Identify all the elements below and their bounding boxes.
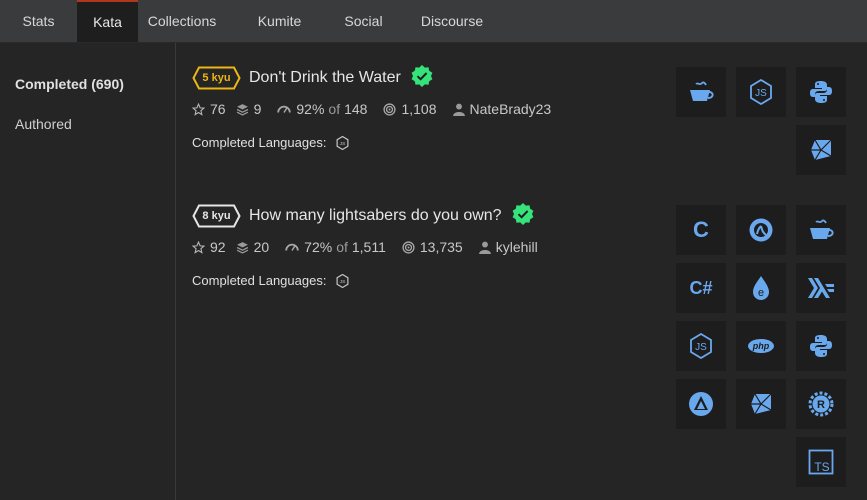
python-icon[interactable] <box>796 321 846 371</box>
completions-stat: 13,735 <box>402 239 463 255</box>
clojure-icon[interactable] <box>736 205 786 255</box>
svg-text:e: e <box>758 287 764 299</box>
rust-icon[interactable]: R <box>796 379 846 429</box>
target-icon <box>402 240 415 254</box>
kata-title[interactable]: Don't Drink the Water <box>249 69 401 87</box>
tab-kumite[interactable]: Kumite <box>226 0 333 42</box>
typescript-icon[interactable]: TS <box>796 437 846 487</box>
svg-text:JS: JS <box>755 88 767 99</box>
javascript-icon[interactable]: JS <box>676 321 726 371</box>
stars-stat: 76 <box>192 101 226 117</box>
star-icon <box>192 240 205 254</box>
crystal-icon[interactable] <box>676 379 726 429</box>
coffeescript-icon[interactable] <box>676 67 726 117</box>
javascript-icon: JS <box>336 135 349 150</box>
tab-stats[interactable]: Stats <box>0 0 77 42</box>
sidebar-item-authored[interactable]: Authored <box>15 116 72 132</box>
star-icon <box>192 102 205 116</box>
svg-text:TS: TS <box>814 460 829 474</box>
user-icon <box>452 103 465 116</box>
ruby-icon[interactable] <box>796 125 846 175</box>
kata-sidebar: Completed (690) Authored <box>0 43 176 500</box>
php-icon[interactable]: php <box>736 321 786 371</box>
svg-text:php: php <box>752 341 770 351</box>
sidebar-item-completed[interactable]: Completed (690) <box>15 76 124 92</box>
layers-icon <box>236 103 248 116</box>
collections-stat: 9 <box>236 101 261 117</box>
satisfaction-stat: 92% of 148 <box>277 101 367 117</box>
tab-discourse[interactable]: Discourse <box>394 0 510 42</box>
verified-check-icon <box>410 64 434 93</box>
stars-stat: 92 <box>192 239 226 255</box>
layers-icon <box>236 241 248 254</box>
completed-languages: Completed Languages: JS <box>192 273 554 288</box>
tab-social[interactable]: Social <box>333 0 394 42</box>
user-icon <box>478 241 491 254</box>
svg-text:JS: JS <box>340 141 346 147</box>
kyu-badge: 5 kyu <box>192 66 241 90</box>
kata-item: 8 kyu How many lightsabers do you own? 9… <box>192 202 554 288</box>
gauge-icon <box>285 243 299 251</box>
javascript-icon[interactable]: JS <box>736 67 786 117</box>
elixir-icon[interactable]: e <box>736 263 786 313</box>
python-icon[interactable] <box>796 67 846 117</box>
kyu-badge: 8 kyu <box>192 204 241 228</box>
completions-stat: 1,108 <box>383 101 437 117</box>
author-stat[interactable]: kylehill <box>478 239 538 255</box>
completed-languages: Completed Languages: JS <box>192 135 567 150</box>
javascript-icon: JS <box>336 273 349 288</box>
haskell-icon[interactable] <box>796 263 846 313</box>
tab-kata[interactable]: Kata <box>77 0 138 42</box>
svg-text:JS: JS <box>340 279 346 285</box>
svg-text:R: R <box>817 399 825 411</box>
kata-title[interactable]: How many lightsabers do you own? <box>249 207 502 225</box>
svg-text:JS: JS <box>695 342 707 353</box>
verified-check-icon <box>511 202 535 231</box>
profile-tabs: Stats Kata Collections Kumite Social Dis… <box>0 0 867 43</box>
kata-item: 5 kyu Don't Drink the Water 76 9 92% of 14… <box>192 64 567 150</box>
collections-stat: 20 <box>236 239 269 255</box>
satisfaction-stat: 72% of 1,511 <box>285 239 386 255</box>
target-icon <box>383 102 397 116</box>
c-icon[interactable]: C <box>676 205 726 255</box>
coffeescript-icon[interactable] <box>796 205 846 255</box>
ruby-icon[interactable] <box>736 379 786 429</box>
tab-collections[interactable]: Collections <box>138 0 226 42</box>
author-stat[interactable]: NateBrady23 <box>452 101 551 117</box>
csharp-icon[interactable]: C# <box>676 263 726 313</box>
gauge-icon <box>277 105 292 113</box>
